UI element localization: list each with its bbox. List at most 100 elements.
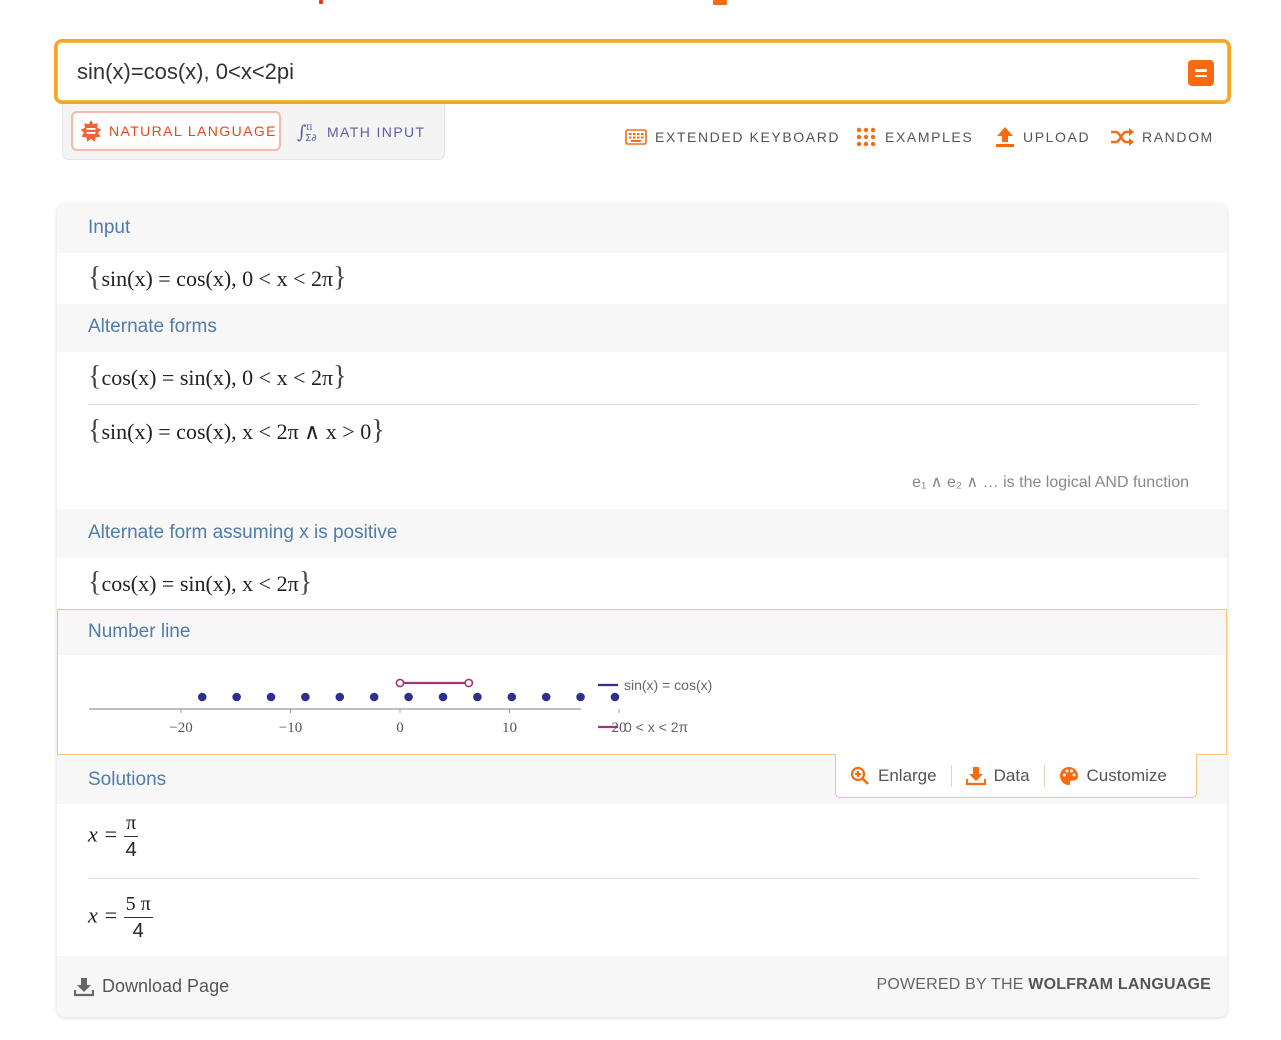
pod-title-solutions: Solutions — [88, 769, 167, 790]
interval-open-endpoint — [395, 678, 405, 688]
natural-language-icon — [80, 120, 102, 142]
math-input-icon: ∫ π Σ∂ — [297, 122, 317, 144]
shuffle-icon — [1111, 128, 1134, 146]
extended-keyboard-label: EXTENDED KEYBOARD — [655, 129, 841, 145]
solution-2-denominator: 4 — [132, 920, 144, 942]
upload-button[interactable]: UPLOAD — [995, 124, 1090, 150]
brace-close: } — [298, 567, 313, 598]
solution-1: x = π 4 — [88, 810, 139, 863]
download-page-label: Download Page — [102, 976, 230, 996]
divider — [88, 878, 1198, 879]
search-box — [54, 39, 1231, 104]
header-remnant — [0, 0, 1281, 6]
customize-label: Customize — [1086, 765, 1167, 785]
solution-point — [197, 692, 207, 702]
interval-open-endpoint — [464, 678, 474, 688]
data-button[interactable]: Data — [950, 764, 1044, 787]
solution-point — [301, 692, 310, 702]
pod-title-alt-positive: Alternate form assuming x is positive — [88, 522, 398, 543]
brace-open: { — [88, 415, 102, 446]
powered-by-prefix: POWERED BY THE — [876, 976, 1024, 993]
solution-point — [610, 692, 620, 702]
alt-positive-text: cos(x) = sin(x), x < 2π — [101, 571, 299, 596]
keyboard-icon — [625, 129, 647, 145]
header-mark-red — [319, 0, 323, 4]
alternate-form-1: {cos(x) = sin(x), 0 < x < 2π} — [88, 361, 347, 393]
enlarge-button[interactable]: Enlarge — [836, 765, 951, 787]
brace-open: { — [88, 262, 102, 293]
header-mark-orange — [713, 0, 727, 5]
random-button[interactable]: RANDOM — [1110, 124, 1214, 150]
examples-grid-icon — [856, 127, 876, 147]
results-card: Input {sin(x) = cos(x), 0 < x < 2π} Alte… — [57, 204, 1227, 1017]
extended-keyboard-button[interactable]: EXTENDED KEYBOARD — [625, 124, 840, 150]
pod-body-alt-positive: {cos(x) = sin(x), x < 2π} — [57, 558, 1227, 609]
logical-and-note: e₁ ∧ e₂ ∧ … is the logical AND function — [912, 474, 1189, 491]
pod-body-solutions: x = π 4 x = 5 π 4 — [57, 804, 1227, 956]
customize-button[interactable]: Customize — [1043, 764, 1181, 787]
wolfram-language-brand[interactable]: WOLFRAM LANGUAGE — [1028, 976, 1211, 993]
pod-body-number-line: −20 −10 0 10 20 sin(x) = cos(x) 0 < x < 2π — [57, 655, 1227, 755]
tick-label: 0 — [396, 720, 404, 736]
examples-label: EXAMPLES — [885, 129, 974, 145]
solution-2-fraction: 5 π 4 — [123, 891, 153, 944]
solution-point — [541, 692, 551, 702]
math-input-label: MATH INPUT — [327, 124, 426, 140]
input-mode-bar: NATURAL LANGUAGE ∫ π Σ∂ MATH INPUT — [62, 104, 445, 160]
pod-actions-bar: Enlarge Data Customize — [835, 754, 1197, 798]
math-input-mode-button[interactable]: ∫ π Σ∂ MATH INPUT — [297, 120, 426, 144]
alternate-form-1-text: cos(x) = sin(x), 0 < x < 2π — [101, 365, 334, 390]
input-expression: {sin(x) = cos(x), 0 < x < 2π} — [88, 262, 347, 294]
pod-title-number-line: Number line — [88, 621, 191, 642]
powered-by-text: POWERED BY THE WOLFRAM LANGUAGE — [876, 976, 1211, 994]
zoom-in-icon — [850, 766, 869, 785]
divider — [88, 404, 1198, 405]
solution-1-lhs: x = — [88, 821, 119, 847]
download-page-icon — [74, 977, 94, 996]
equals-icon-bar-bottom — [1195, 74, 1207, 77]
examples-button[interactable]: EXAMPLES — [855, 124, 973, 150]
solution-2-lhs: x = — [88, 902, 119, 928]
upload-label: UPLOAD — [1023, 129, 1091, 145]
solution-point — [335, 692, 345, 702]
solution-point — [507, 692, 517, 702]
palette-icon — [1059, 766, 1078, 785]
brace-close: } — [371, 415, 385, 446]
input-expression-text: sin(x) = cos(x), 0 < x < 2π — [101, 266, 334, 291]
brace-open: { — [88, 567, 102, 598]
alternate-form-2: {sin(x) = cos(x), x < 2π ∧ x > 0} — [88, 415, 385, 447]
solution-point — [473, 692, 482, 702]
enlarge-label: Enlarge — [878, 765, 937, 785]
pod-body-input: {sin(x) = cos(x), 0 < x < 2π} — [57, 253, 1227, 304]
equals-icon-bar-top — [1195, 69, 1207, 72]
legend-label-points: sin(x) = cos(x) — [624, 677, 712, 693]
solution-point — [266, 692, 276, 702]
solution-point — [438, 692, 448, 702]
upload-icon — [996, 127, 1014, 147]
solution-point — [404, 692, 413, 702]
pod-body-alternate-forms: {cos(x) = sin(x), 0 < x < 2π} {sin(x) = … — [57, 352, 1227, 509]
brace-close: } — [333, 361, 347, 392]
pod-title-input: Input — [88, 217, 131, 238]
svg-text:π: π — [306, 122, 313, 133]
solution-1-fraction: π 4 — [124, 810, 139, 863]
search-input[interactable] — [77, 56, 1157, 88]
pod-title-alternate-forms: Alternate forms — [88, 316, 217, 337]
svg-text:Σ∂: Σ∂ — [305, 133, 317, 144]
alternate-form-2-text: sin(x) = cos(x), x < 2π ∧ x > 0 — [101, 419, 372, 444]
brace-close: } — [333, 262, 347, 293]
natural-language-mode-button[interactable]: NATURAL LANGUAGE — [71, 111, 281, 151]
alt-positive-expression: {cos(x) = sin(x), x < 2π} — [88, 567, 312, 599]
solution-point — [369, 692, 379, 702]
solution-point — [232, 692, 241, 702]
data-label: Data — [993, 765, 1030, 785]
number-line-plot[interactable]: −20 −10 0 10 20 sin(x) = cos(x) 0 < x < 2π — [85, 655, 785, 751]
random-label: RANDOM — [1142, 129, 1214, 145]
download-page-link[interactable]: Download Page — [74, 976, 229, 997]
solution-1-numerator: π — [124, 810, 139, 837]
compute-button[interactable] — [1188, 60, 1214, 86]
solution-1-denominator: 4 — [125, 839, 137, 861]
solution-point — [576, 692, 585, 702]
tick-label: −20 — [169, 720, 192, 736]
legend-label-interval: 0 < x < 2π — [624, 719, 688, 735]
